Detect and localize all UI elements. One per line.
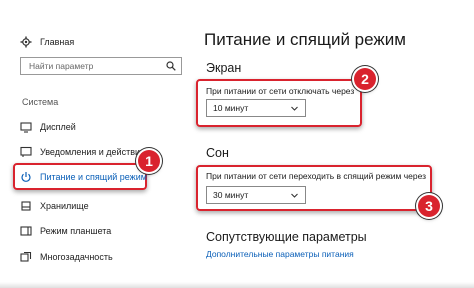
screen-timeout-label: При питании от сети отключать через: [206, 86, 355, 96]
sidebar-item-label: Режим планшета: [40, 226, 112, 236]
sidebar-item-label: Хранилище: [40, 201, 89, 211]
sidebar-item-display[interactable]: Дисплей: [20, 118, 76, 136]
page-title: Питание и спящий режим: [204, 30, 406, 49]
sleep-timeout-label: При питании от сети переходить в спящий …: [206, 171, 427, 181]
screen-heading: Экран: [206, 61, 242, 75]
sidebar-item-tablet[interactable]: Режим планшета: [20, 222, 111, 240]
search-placeholder: Найти параметр: [29, 61, 94, 71]
related-settings-heading: Сопутствующие параметры: [206, 230, 367, 244]
sidebar-item-label: Дисплей: [40, 122, 76, 132]
sidebar-item-home[interactable]: Главная: [20, 33, 74, 51]
chevron-down-icon: [290, 191, 299, 202]
notifications-icon: [20, 146, 32, 158]
sidebar-item-label: Многозадачность: [40, 252, 113, 262]
bottom-shadow: [0, 282, 474, 288]
settings-sidebar: Главная Найти параметр Система Дисплей У…: [0, 0, 190, 288]
sidebar-item-notifications[interactable]: Уведомления и действия: [20, 143, 145, 161]
tablet-icon: [20, 225, 32, 237]
step-badge-1: 1: [138, 150, 160, 172]
additional-power-settings-link[interactable]: Дополнительные параметры питания: [206, 249, 354, 259]
screen-timeout-value: 10 минут: [213, 103, 249, 113]
section-title: Система: [22, 97, 59, 107]
gear-icon: [20, 36, 32, 48]
sleep-timeout-value: 30 минут: [213, 190, 249, 200]
sidebar-item-label: Уведомления и действия: [40, 147, 145, 157]
power-icon: [20, 171, 32, 183]
chevron-down-icon: [290, 104, 299, 115]
search-icon[interactable]: [166, 61, 176, 73]
storage-icon: [20, 200, 32, 212]
sleep-timeout-select[interactable]: 30 минут: [206, 186, 306, 204]
sidebar-item-label: Главная: [40, 37, 75, 47]
sidebar-item-label: Питание и спящий режим: [40, 172, 147, 182]
sidebar-item-multitasking[interactable]: Многозадачность: [20, 248, 113, 266]
multitask-icon: [20, 251, 32, 263]
screen-timeout-select[interactable]: 10 минут: [206, 99, 306, 117]
search-input[interactable]: Найти параметр: [20, 57, 182, 75]
display-icon: [20, 121, 32, 133]
sidebar-item-power[interactable]: Питание и спящий режим: [20, 168, 147, 186]
sleep-heading: Сон: [206, 146, 229, 160]
sidebar-item-storage[interactable]: Хранилище: [20, 197, 89, 215]
step-badge-2: 2: [354, 68, 376, 90]
step-badge-3: 3: [418, 195, 440, 217]
